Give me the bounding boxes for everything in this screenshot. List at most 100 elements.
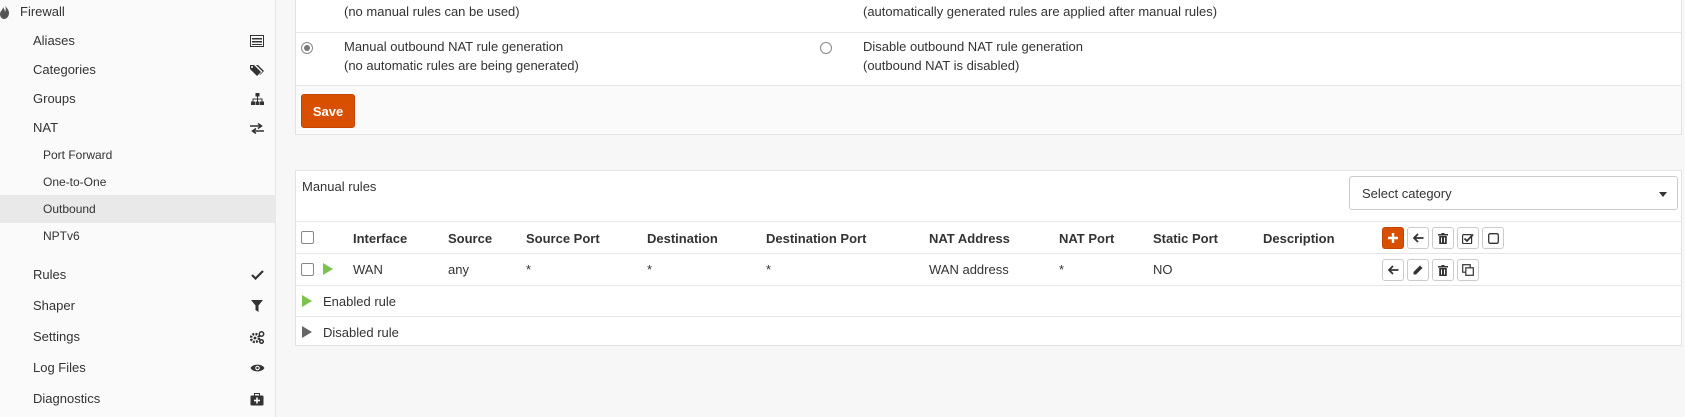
sidebar-subitem-one-to-one[interactable]: One-to-One [0, 168, 276, 196]
column-header[interactable]: Interface [353, 231, 407, 246]
sitemap-icon [249, 91, 265, 107]
sidebar-subitem-nptv6[interactable]: NPTv6 [0, 222, 276, 250]
legend-enabled-row: Enabled rule [296, 285, 1681, 316]
mode-row-manual: Manual outbound NAT rule generation (no … [296, 33, 1681, 86]
check-square-icon [1462, 233, 1474, 244]
mode-row-automatic: (no manual rules can be used) (automatic… [296, 0, 1681, 33]
firewall-flame-icon [0, 5, 9, 19]
pencil-icon [1413, 265, 1423, 275]
sidebar-item-label: Log Files [33, 360, 86, 375]
clone-icon [1462, 264, 1474, 276]
row-checkbox[interactable] [301, 263, 314, 276]
disable-mode-title[interactable]: Disable outbound NAT rule generation [863, 37, 1083, 57]
column-header[interactable]: Destination [647, 231, 718, 246]
rules-table-header: Interface Source Source Port Destination… [296, 221, 1681, 253]
sidebar-item-label: Categories [33, 62, 96, 77]
sidebar-item-label: Aliases [33, 33, 75, 48]
column-header[interactable]: Destination Port [766, 231, 866, 246]
table-row: WAN any * * * WAN address * NO [296, 253, 1681, 285]
sidebar-item-diagnostics[interactable]: Diagnostics [0, 383, 276, 414]
legend-enabled-label: Enabled rule [323, 294, 396, 309]
list-icon [249, 33, 265, 49]
save-button[interactable]: Save [301, 94, 355, 128]
manual-mode-radio[interactable] [301, 42, 313, 54]
sidebar-subitem-port-forward[interactable]: Port Forward [0, 141, 276, 169]
sidebar-subitem-label: One-to-One [43, 175, 107, 189]
sidebar-subitem-label: Port Forward [43, 148, 113, 162]
sidebar-item-label: NAT [33, 120, 59, 135]
manual-mode-description: (no automatic rules are being generated) [344, 58, 579, 73]
add-rule-button[interactable] [1382, 227, 1404, 249]
move-rule-button[interactable] [1382, 259, 1404, 281]
cell-destination-port: * [766, 262, 772, 277]
enable-selected-button[interactable] [1457, 227, 1479, 249]
automatic-mode-description: (no manual rules can be used) [344, 4, 520, 19]
disable-mode-radio[interactable] [820, 42, 832, 54]
sidebar-section-firewall[interactable]: Firewall [0, 0, 276, 24]
manual-mode-title[interactable]: Manual outbound NAT rule generation [344, 37, 563, 57]
delete-rule-button[interactable] [1432, 259, 1454, 281]
sidebar-item-label: Shaper [33, 298, 75, 313]
eye-icon [249, 360, 265, 376]
cell-static-port: NO [1153, 262, 1173, 277]
chevron-down-icon [1659, 192, 1667, 197]
cell-source-port: * [526, 262, 532, 277]
cell-nat-port: * [1059, 262, 1065, 277]
column-header[interactable]: Description [1263, 231, 1335, 246]
sidebar-subitem-label: NPTv6 [43, 229, 80, 243]
arrow-left-icon [1412, 233, 1423, 243]
disable-selected-button[interactable] [1482, 227, 1504, 249]
exchange-icon [249, 120, 265, 136]
sidebar-item-categories[interactable]: Categories [0, 54, 276, 85]
sidebar-item-shaper[interactable]: Shaper [0, 290, 276, 321]
filter-icon [249, 298, 265, 314]
outbound-nat-mode-panel: (no manual rules can be used) (automatic… [295, 0, 1682, 135]
legend-disabled-label: Disabled rule [323, 325, 399, 340]
legend-disabled-row: Disabled rule [296, 316, 1681, 346]
sidebar-item-label: Settings [33, 329, 80, 344]
check-icon [249, 267, 265, 283]
disabled-rule-icon [302, 326, 312, 338]
sidebar-subitem-label: Outbound [43, 202, 96, 216]
main-content: (no manual rules can be used) (automatic… [277, 0, 1685, 417]
cell-nat-address: WAN address [929, 262, 1009, 277]
column-header[interactable]: Source [448, 231, 492, 246]
category-select[interactable]: Select category [1349, 176, 1678, 210]
manual-rules-panel: Manual rules Select category Interface S… [295, 170, 1682, 346]
category-select-value: Select category [1362, 186, 1452, 201]
sidebar-item-label: Rules [33, 267, 67, 282]
sidebar-item-aliases[interactable]: Aliases [0, 25, 276, 56]
medkit-icon [249, 391, 265, 407]
column-header[interactable]: NAT Port [1059, 231, 1114, 246]
tags-icon [249, 62, 265, 78]
sidebar-item-nat[interactable]: NAT [0, 112, 276, 143]
sidebar-item-groups[interactable]: Groups [0, 83, 276, 114]
sidebar-item-label: Diagnostics [33, 391, 101, 406]
select-all-checkbox[interactable] [301, 231, 314, 244]
plus-icon [1388, 233, 1398, 243]
sidebar-item-log-files[interactable]: Log Files [0, 352, 276, 383]
hybrid-mode-description: (automatically generated rules are appli… [863, 4, 1218, 19]
enabled-rule-icon[interactable] [323, 263, 333, 275]
sidebar-item-rules[interactable]: Rules [0, 259, 276, 290]
trash-icon [1438, 264, 1448, 276]
column-header[interactable]: NAT Address [929, 231, 1010, 246]
arrow-left-icon [1387, 265, 1398, 275]
sidebar: Firewall Aliases Categories Groups NAT P… [0, 0, 276, 417]
column-header[interactable]: Source Port [526, 231, 600, 246]
column-header[interactable]: Static Port [1153, 231, 1218, 246]
move-selected-button[interactable] [1407, 227, 1429, 249]
cell-interface: WAN [353, 262, 383, 277]
cell-source: any [448, 262, 469, 277]
square-icon [1487, 232, 1499, 244]
cogs-icon [249, 329, 265, 345]
edit-rule-button[interactable] [1407, 259, 1429, 281]
disable-mode-description: (outbound NAT is disabled) [863, 58, 1020, 73]
delete-selected-button[interactable] [1432, 227, 1454, 249]
sidebar-subitem-outbound[interactable]: Outbound [0, 195, 276, 223]
enabled-rule-icon [302, 295, 312, 307]
sidebar-item-settings[interactable]: Settings [0, 321, 276, 352]
trash-icon [1438, 232, 1448, 244]
clone-rule-button[interactable] [1457, 259, 1479, 281]
sidebar-header-label: Firewall [20, 4, 65, 19]
